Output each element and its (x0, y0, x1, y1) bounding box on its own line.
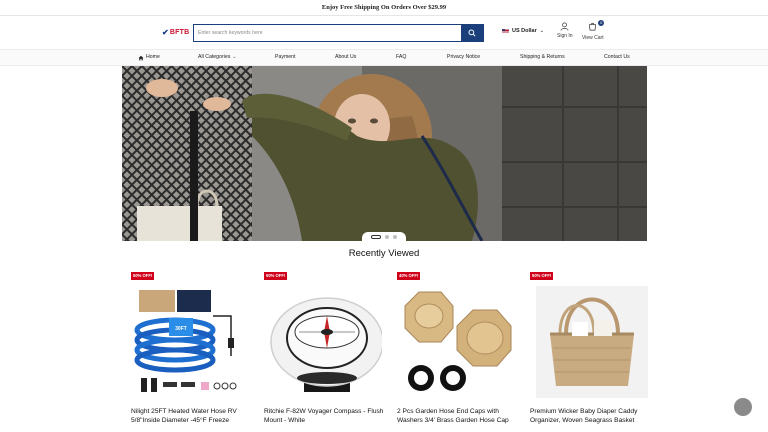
search-input[interactable] (194, 25, 461, 41)
nav-item-payment[interactable]: Payment (275, 50, 295, 65)
nav-item-contact-us[interactable]: Contact Us (604, 50, 630, 65)
nav-item-all-categories[interactable]: All Categories ⌄ (198, 50, 237, 65)
nav-item-label: Payment (275, 54, 296, 60)
product-title[interactable]: Ritchie F-82W Voyager Compass - Flush Mo… (264, 407, 388, 425)
product-image-brass-caps[interactable] (397, 286, 515, 398)
carousel-dot-2[interactable] (385, 235, 389, 239)
nav-item-label: Home (146, 54, 160, 60)
recently-viewed-title: Recently Viewed (348, 248, 420, 259)
view-cart-label: View Cart (582, 35, 604, 41)
currency-selector[interactable]: US Dollar ⌄ (502, 28, 544, 34)
product-title[interactable]: Nilight 25FT Heated Water Hose RV 5/8"In… (131, 407, 255, 425)
product-card[interactable]: 50% OFF! 30FT Nilight 25FT Heated Water … (131, 272, 251, 432)
product-image-compass[interactable] (264, 286, 382, 398)
hose-illustration: 30FT (134, 290, 237, 392)
logo-text: BFTB (169, 29, 190, 36)
nav-item-faq[interactable]: FAQ (396, 50, 406, 65)
logo-mark-icon: ✔ (162, 28, 169, 37)
hero-banner-image (122, 66, 647, 241)
site-logo[interactable]: ✔ BFTB (162, 28, 189, 37)
carousel-dot-3[interactable] (393, 235, 397, 239)
site-header: ✔ BFTB US Dollar ⌄ Sign In 0 Vie (0, 17, 768, 49)
hero-banner[interactable] (122, 66, 647, 241)
main-nav: Home All Categories ⌄ Payment About Us F… (0, 49, 768, 66)
chevron-down-icon: ⌄ (232, 54, 237, 60)
product-card[interactable]: 50% OFF! Ritchie F-82W Voyager Compass -… (264, 272, 384, 432)
nav-item-label: FAQ (396, 54, 407, 60)
nav-item-home[interactable]: Home (138, 50, 160, 65)
search-icon (468, 29, 476, 37)
home-icon (138, 55, 144, 60)
nav-item-label: Contact Us (604, 54, 630, 60)
search-button[interactable] (461, 25, 483, 41)
hose-label-text: 30FT (175, 326, 187, 332)
cart-icon (589, 22, 597, 31)
cart-icon-wrap: 0 (588, 20, 605, 33)
compass-illustration (270, 297, 382, 392)
nav-item-label: Privacy Notice (447, 54, 481, 60)
search-bar (193, 24, 484, 42)
product-title[interactable]: Premium Wicker Baby Diaper Caddy Organiz… (530, 407, 654, 425)
product-image-wicker-basket[interactable] (536, 286, 654, 398)
sign-in-label: Sign In (557, 33, 573, 39)
carousel-dots (362, 232, 406, 242)
carousel-dot-1[interactable] (371, 235, 381, 239)
discount-badge: 50% OFF! (131, 272, 155, 280)
discount-badge: 50% OFF! (530, 272, 554, 280)
user-icon (560, 22, 569, 31)
product-image-heated-hose[interactable]: 30FT (131, 286, 249, 398)
scroll-to-top-button[interactable] (734, 398, 752, 416)
product-card[interactable]: 50% OFF! Premium Wicker Baby Diaper Cadd… (530, 272, 654, 432)
product-title[interactable]: 2 Pcs Garden Hose End Caps with Washers … (397, 407, 521, 425)
nav-item-label: All Categories (198, 54, 231, 60)
wicker-basket-illustration (536, 286, 648, 398)
brass-caps-illustration (404, 291, 512, 391)
sign-in-link[interactable]: Sign In (557, 22, 573, 39)
announcement-bar: Enjoy Free Shipping On Orders Over $29.9… (0, 0, 768, 16)
view-cart-link[interactable]: 0 View Cart (582, 20, 605, 41)
discount-badge: 40% OFF! (397, 272, 421, 280)
nav-item-label: Shipping & Returns (520, 54, 565, 60)
nav-item-shipping-returns[interactable]: Shipping & Returns (520, 50, 565, 65)
product-card[interactable]: 40% OFF! 2 Pcs Garden Hose End Caps with… (397, 272, 517, 432)
us-flag-icon (502, 28, 509, 34)
currency-label: US Dollar (512, 28, 537, 34)
chevron-down-icon: ⌄ (539, 28, 544, 34)
nav-item-label: About Us (335, 54, 357, 60)
nav-item-privacy-notice[interactable]: Privacy Notice (447, 50, 480, 65)
discount-badge: 50% OFF! (264, 272, 288, 280)
cart-count-badge: 0 (598, 20, 605, 26)
nav-item-about-us[interactable]: About Us (335, 50, 356, 65)
